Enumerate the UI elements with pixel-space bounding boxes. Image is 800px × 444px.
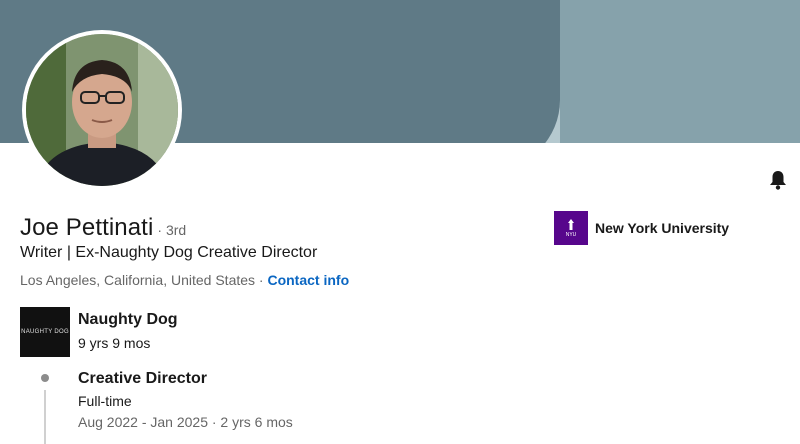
profile-name: Joe Pettinati <box>20 214 154 241</box>
company-logo-icon[interactable]: NAUGHTY DOG <box>20 307 70 357</box>
name-row: Joe Pettinati · 3rd <box>20 214 186 242</box>
contact-info-link[interactable]: Contact info <box>267 272 349 288</box>
position-dates: Aug 2022 - Jan 2025 · 2 yrs 6 mos <box>78 414 293 430</box>
avatar-photo <box>26 34 178 186</box>
company-logo-text: NAUGHTY DOG <box>21 329 69 335</box>
school-name: New York University <box>595 220 730 236</box>
connection-degree: · 3rd <box>157 222 187 238</box>
company-total-duration: 9 yrs 9 mos <box>78 335 151 351</box>
education-summary[interactable]: NYU New York University <box>554 211 729 245</box>
nyu-logo-text: NYU <box>565 232 577 238</box>
banner-shape-curve <box>420 0 560 143</box>
timeline-line <box>44 390 46 444</box>
profile-headline: Writer | Ex-Naughty Dog Creative Directo… <box>20 244 318 261</box>
location-row: Los Angeles, California, United States ·… <box>20 272 349 288</box>
nyu-logo-icon: NYU <box>554 211 588 245</box>
employment-type: Full-time <box>78 393 132 409</box>
company-name[interactable]: Naughty Dog <box>78 311 178 329</box>
profile-location: Los Angeles, California, United States · <box>20 272 268 288</box>
banner-shape-right <box>560 0 800 143</box>
bell-icon[interactable] <box>766 168 790 192</box>
profile-avatar[interactable] <box>22 30 182 190</box>
position-title: Creative Director <box>78 370 207 387</box>
timeline-dot <box>41 374 49 382</box>
